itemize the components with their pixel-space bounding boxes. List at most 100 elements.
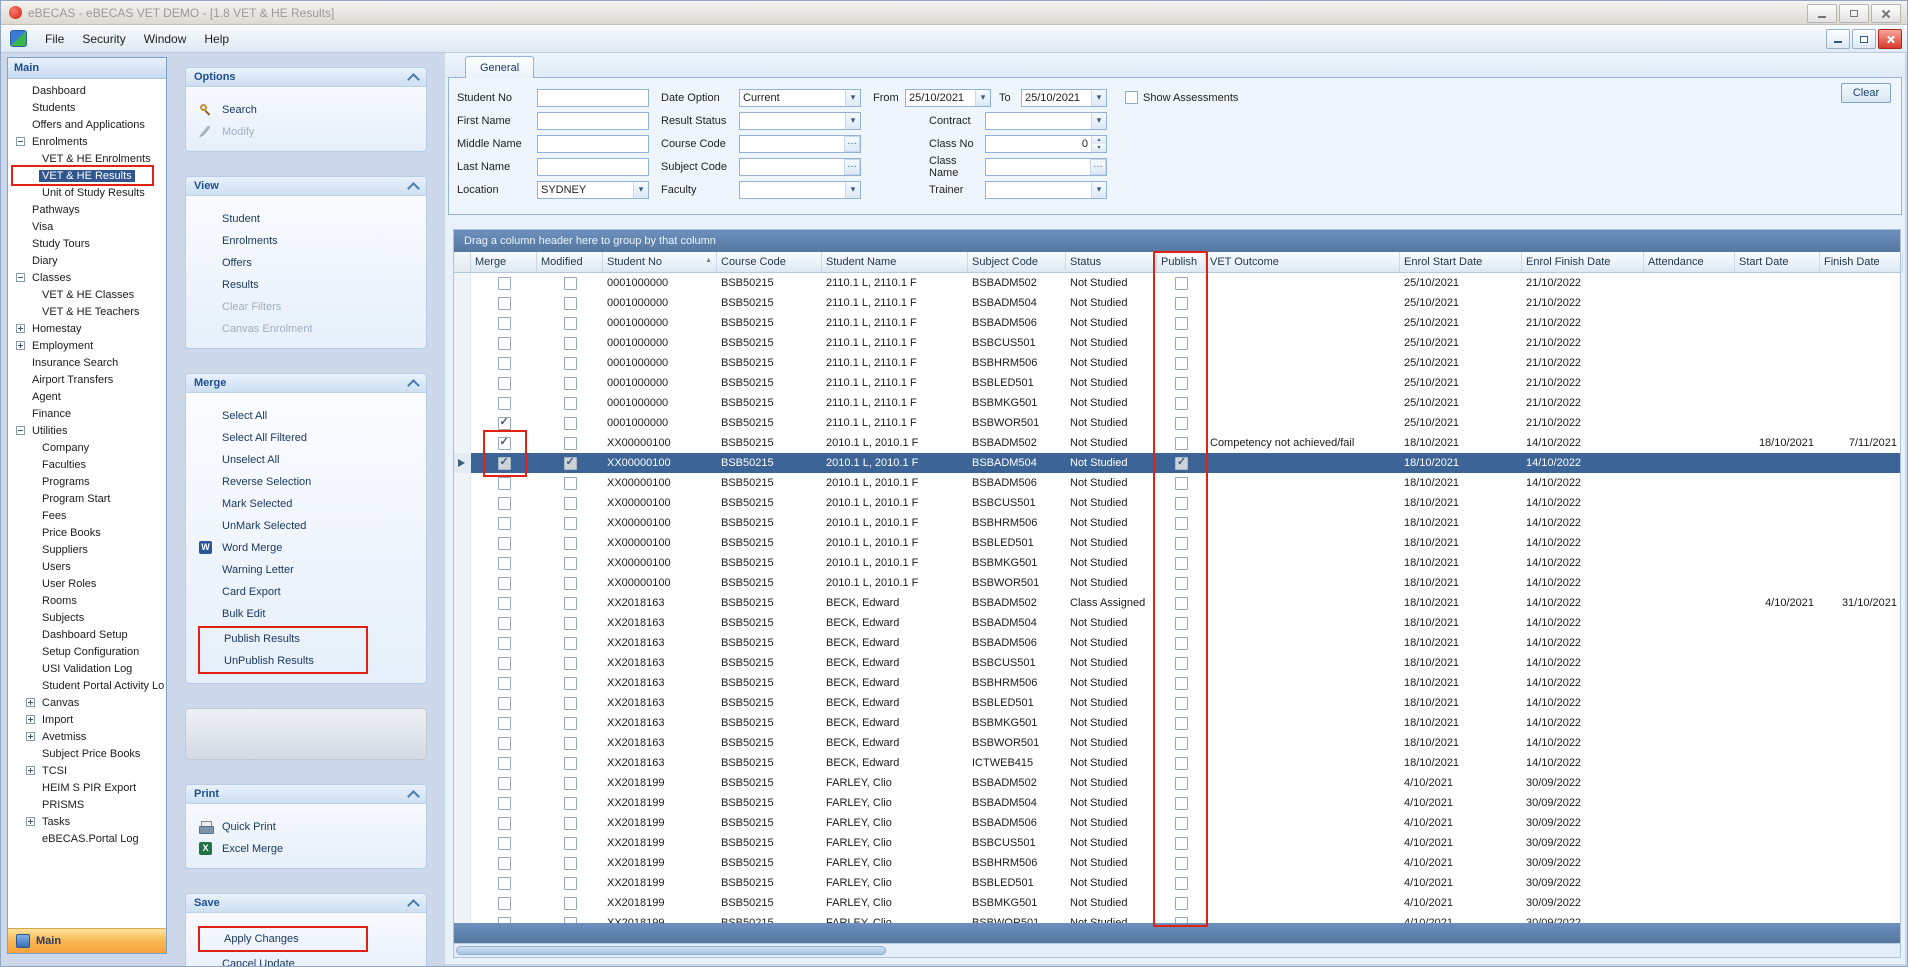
last-name-input[interactable]: [537, 158, 649, 176]
cell-publish[interactable]: [1157, 533, 1206, 553]
publish-checkbox[interactable]: [1175, 517, 1188, 530]
merge-checkbox[interactable]: [498, 357, 511, 370]
publish-checkbox[interactable]: [1175, 457, 1188, 470]
sidebar-item-diary[interactable]: Diary: [8, 252, 166, 269]
merge-checkbox[interactable]: [498, 277, 511, 290]
modified-checkbox[interactable]: [564, 457, 577, 470]
publish-checkbox[interactable]: [1175, 497, 1188, 510]
cell-merge[interactable]: [471, 513, 537, 533]
panel-item-quick-print[interactable]: Quick Print: [186, 816, 426, 838]
horizontal-scrollbar[interactable]: [454, 943, 1900, 957]
cell-merge[interactable]: [471, 353, 537, 373]
modified-checkbox[interactable]: [564, 597, 577, 610]
merge-checkbox[interactable]: [498, 457, 511, 470]
sidebar-item-tcsi[interactable]: TCSI: [8, 762, 166, 779]
cell-merge[interactable]: [471, 633, 537, 653]
table-row[interactable]: 0001000000BSB502152110.1 L, 2110.1 FBSBC…: [454, 333, 1900, 353]
cell-modified[interactable]: [537, 513, 603, 533]
cell-merge[interactable]: [471, 293, 537, 313]
cell-publish[interactable]: [1157, 833, 1206, 853]
panel-item-word-merge[interactable]: Word Merge: [186, 537, 426, 559]
panel-item-warning-letter[interactable]: Warning Letter: [186, 559, 426, 581]
column-header-publish[interactable]: Publish: [1157, 252, 1206, 272]
cell-modified[interactable]: [537, 533, 603, 553]
cell-modified[interactable]: [537, 453, 603, 473]
cell-modified[interactable]: [537, 393, 603, 413]
merge-checkbox[interactable]: [498, 617, 511, 630]
publish-checkbox[interactable]: [1175, 797, 1188, 810]
sidebar-item-usi-validation-log[interactable]: USI Validation Log: [8, 660, 166, 677]
panel-item-bulk-edit[interactable]: Bulk Edit: [186, 603, 426, 625]
cell-publish[interactable]: [1157, 633, 1206, 653]
sidebar-item-visa[interactable]: Visa: [8, 218, 166, 235]
publish-checkbox[interactable]: [1175, 637, 1188, 650]
publish-checkbox[interactable]: [1175, 677, 1188, 690]
modified-checkbox[interactable]: [564, 677, 577, 690]
sidebar-item-subjects[interactable]: Subjects: [8, 609, 166, 626]
maximize-button[interactable]: [1839, 4, 1869, 23]
cell-publish[interactable]: [1157, 713, 1206, 733]
cell-merge[interactable]: [471, 473, 537, 493]
merge-checkbox[interactable]: [498, 297, 511, 310]
cell-publish[interactable]: [1157, 673, 1206, 693]
collapse-icon[interactable]: [16, 426, 25, 435]
merge-checkbox[interactable]: [498, 557, 511, 570]
publish-checkbox[interactable]: [1175, 697, 1188, 710]
cell-merge[interactable]: [471, 433, 537, 453]
cell-modified[interactable]: [537, 893, 603, 913]
cell-publish[interactable]: [1157, 593, 1206, 613]
cell-publish[interactable]: [1157, 413, 1206, 433]
sidebar-item-vet-he-results[interactable]: VET & HE Results: [8, 167, 166, 184]
cell-merge[interactable]: [471, 413, 537, 433]
table-row[interactable]: 0001000000BSB502152110.1 L, 2110.1 FBSBM…: [454, 393, 1900, 413]
publish-checkbox[interactable]: [1175, 617, 1188, 630]
modified-checkbox[interactable]: [564, 577, 577, 590]
cell-publish[interactable]: [1157, 613, 1206, 633]
chevron-down-icon[interactable]: [845, 182, 860, 198]
panel-item-publish-results[interactable]: Publish Results: [200, 628, 366, 650]
first-name-input[interactable]: [537, 112, 649, 130]
modified-checkbox[interactable]: [564, 737, 577, 750]
cell-merge[interactable]: [471, 713, 537, 733]
table-row[interactable]: XX2018199BSB50215FARLEY, ClioBSBADM502No…: [454, 773, 1900, 793]
publish-checkbox[interactable]: [1175, 657, 1188, 670]
menu-file[interactable]: File: [36, 28, 73, 50]
merge-checkbox[interactable]: [498, 437, 511, 450]
cell-publish[interactable]: [1157, 473, 1206, 493]
modified-checkbox[interactable]: [564, 497, 577, 510]
sidebar-item-finance[interactable]: Finance: [8, 405, 166, 422]
column-header-student-name[interactable]: Student Name: [822, 252, 968, 272]
sidebar-item-ebecas-portal-log[interactable]: eBECAS.Portal Log: [8, 830, 166, 847]
table-row[interactable]: XX2018199BSB50215FARLEY, ClioBSBCUS501No…: [454, 833, 1900, 853]
table-row[interactable]: XX2018199BSB50215FARLEY, ClioBSBMKG501No…: [454, 893, 1900, 913]
column-header-subject-code[interactable]: Subject Code: [968, 252, 1066, 272]
publish-checkbox[interactable]: [1175, 337, 1188, 350]
merge-checkbox[interactable]: [498, 857, 511, 870]
table-row[interactable]: 0001000000BSB502152110.1 L, 2110.1 FBSBA…: [454, 273, 1900, 293]
cell-merge[interactable]: [471, 693, 537, 713]
menu-help[interactable]: Help: [195, 28, 238, 50]
merge-checkbox[interactable]: [498, 837, 511, 850]
sidebar-item-company[interactable]: Company: [8, 439, 166, 456]
publish-checkbox[interactable]: [1175, 537, 1188, 550]
tab-general[interactable]: General: [465, 56, 534, 78]
table-row[interactable]: XX00000100BSB502152010.1 L, 2010.1 FBSBA…: [454, 473, 1900, 493]
cell-merge[interactable]: [471, 493, 537, 513]
cell-merge[interactable]: [471, 833, 537, 853]
close-button[interactable]: [1871, 4, 1901, 23]
panel-item-search[interactable]: Search: [186, 99, 426, 121]
cell-modified[interactable]: [537, 273, 603, 293]
cell-publish[interactable]: [1157, 813, 1206, 833]
sidebar-item-rooms[interactable]: Rooms: [8, 592, 166, 609]
column-header-modified[interactable]: Modified: [537, 252, 603, 272]
cell-modified[interactable]: [537, 853, 603, 873]
cell-publish[interactable]: [1157, 493, 1206, 513]
student-no-input[interactable]: [537, 89, 649, 107]
panel-item-unpublish-results[interactable]: UnPublish Results: [200, 650, 366, 672]
table-row[interactable]: XX2018163BSB50215BECK, EdwardBSBADM504No…: [454, 613, 1900, 633]
table-row[interactable]: 0001000000BSB502152110.1 L, 2110.1 FBSBW…: [454, 413, 1900, 433]
chevron-down-icon[interactable]: [1091, 182, 1106, 198]
cell-merge[interactable]: [471, 733, 537, 753]
table-row[interactable]: XX2018163BSB50215BECK, EdwardBSBCUS501No…: [454, 653, 1900, 673]
expand-icon[interactable]: [26, 817, 35, 826]
